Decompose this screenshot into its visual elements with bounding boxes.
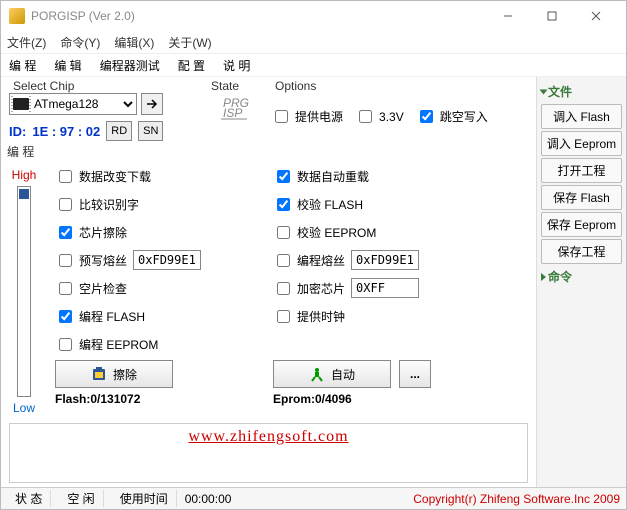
skip-checkbox[interactable]: 跳空写入	[416, 107, 488, 126]
tab-program[interactable]: 编 程	[5, 55, 40, 76]
id-value: 1E : 97 : 02	[32, 124, 100, 139]
tab-help[interactable]: 说 明	[219, 55, 254, 76]
left-option-1[interactable]: 比较识别字	[55, 195, 139, 214]
auto-button[interactable]: 自动	[273, 360, 391, 388]
programming-title: 编 程	[1, 141, 536, 164]
files-section-header[interactable]: 文件	[541, 81, 622, 102]
chip-icon	[13, 98, 29, 110]
status-time-label: 使用时间	[112, 490, 177, 507]
erase-icon	[91, 366, 107, 382]
left-option-2[interactable]: 芯片擦除	[55, 223, 127, 242]
gauge-high-label: High	[12, 168, 37, 182]
state-group: State PRG ISP	[207, 81, 263, 141]
side-button-3[interactable]: 保存 Flash	[541, 185, 622, 210]
right-option-2[interactable]: 校验 EEPROM	[273, 223, 376, 242]
side-button-5[interactable]: 保存工程	[541, 239, 622, 264]
status-label: 状 态	[7, 490, 51, 507]
options-group: Options 提供电源 3.3V 跳空写入	[271, 81, 528, 141]
select-chip-group: Select Chip ATmega128 ID: 1E : 97 : 02 R…	[9, 81, 199, 141]
website-link[interactable]: www.zhifengsoft.com	[188, 428, 348, 446]
titlebar: PORGISP (Ver 2.0)	[1, 1, 626, 31]
maximize-button[interactable]	[530, 2, 574, 30]
right-option-3[interactable]: 编程熔丝	[273, 251, 345, 270]
side-panel: 文件 调入 Flash调入 Eeprom打开工程保存 Flash保存 Eepro…	[536, 77, 626, 487]
svg-text:ISP: ISP	[223, 106, 242, 120]
left-option-6[interactable]: 编程 EEPROM	[55, 335, 158, 354]
copyright: Copyright(r) Zhifeng Software.Inc 2009	[413, 492, 620, 506]
statusbar: 状 态 空 闲 使用时间 00:00:00 Copyright(r) Zhife…	[1, 487, 626, 509]
side-button-4[interactable]: 保存 Eeprom	[541, 212, 622, 237]
flash-status: Flash:0/131072	[55, 392, 255, 406]
right-option-5[interactable]: 提供时钟	[273, 307, 345, 326]
sn-button[interactable]: SN	[138, 121, 163, 141]
menu-edit[interactable]: 编辑(X)	[114, 34, 154, 51]
right-value-4[interactable]	[351, 278, 419, 298]
right-option-0[interactable]: 数据自动重载	[273, 167, 369, 186]
minimize-button[interactable]	[486, 2, 530, 30]
rd-button[interactable]: RD	[106, 121, 132, 141]
gauge-bar[interactable]	[17, 186, 31, 397]
tab-edit[interactable]: 编 辑	[50, 55, 85, 76]
window-title: PORGISP (Ver 2.0)	[31, 9, 486, 23]
close-button[interactable]	[574, 2, 618, 30]
erase-button[interactable]: 擦除	[55, 360, 173, 388]
menu-command[interactable]: 命令(Y)	[60, 34, 100, 51]
toolbar: 编 程 编 辑 编程器测试 配 置 说 明	[1, 53, 626, 77]
eprom-status: Eprom:0/4096	[273, 392, 473, 406]
status-idle: 空 闲	[59, 490, 103, 507]
side-button-2[interactable]: 打开工程	[541, 158, 622, 183]
tab-config[interactable]: 配 置	[174, 55, 209, 76]
menubar: 文件(Z) 命令(Y) 编辑(X) 关于(W)	[1, 31, 626, 53]
left-value-3[interactable]	[133, 250, 201, 270]
select-chip-label: Select Chip	[13, 79, 74, 93]
gauge-low-label: Low	[13, 401, 35, 415]
tab-test[interactable]: 编程器测试	[96, 55, 164, 76]
commands-section-header[interactable]: 命令	[541, 266, 622, 287]
menu-about[interactable]: 关于(W)	[168, 34, 211, 51]
chevron-down-icon	[540, 89, 548, 94]
left-option-5[interactable]: 编程 FLASH	[55, 307, 145, 326]
prg-isp-icon: PRG ISP	[219, 97, 251, 127]
left-option-4[interactable]: 空片检查	[55, 279, 127, 298]
run-icon	[309, 366, 325, 382]
speed-gauge[interactable]: High Low	[9, 164, 39, 419]
v33-checkbox[interactable]: 3.3V	[355, 107, 404, 126]
left-option-3[interactable]: 预写熔丝	[55, 251, 127, 270]
side-button-1[interactable]: 调入 Eeprom	[541, 131, 622, 156]
right-option-1[interactable]: 校验 FLASH	[273, 195, 363, 214]
right-option-4[interactable]: 加密芯片	[273, 279, 345, 298]
options-label: Options	[275, 79, 316, 93]
url-box: www.zhifengsoft.com	[9, 423, 528, 483]
menu-file[interactable]: 文件(Z)	[7, 34, 46, 51]
state-label: State	[211, 79, 239, 93]
id-label: ID:	[9, 124, 26, 139]
more-button[interactable]: ...	[399, 360, 431, 388]
status-time: 00:00:00	[185, 492, 232, 506]
power-checkbox[interactable]: 提供电源	[271, 107, 343, 126]
right-value-3[interactable]	[351, 250, 419, 270]
chip-go-button[interactable]	[141, 93, 163, 115]
side-button-0[interactable]: 调入 Flash	[541, 104, 622, 129]
chevron-right-icon	[541, 273, 546, 281]
left-option-0[interactable]: 数据改变下载	[55, 167, 151, 186]
app-icon	[9, 8, 25, 24]
